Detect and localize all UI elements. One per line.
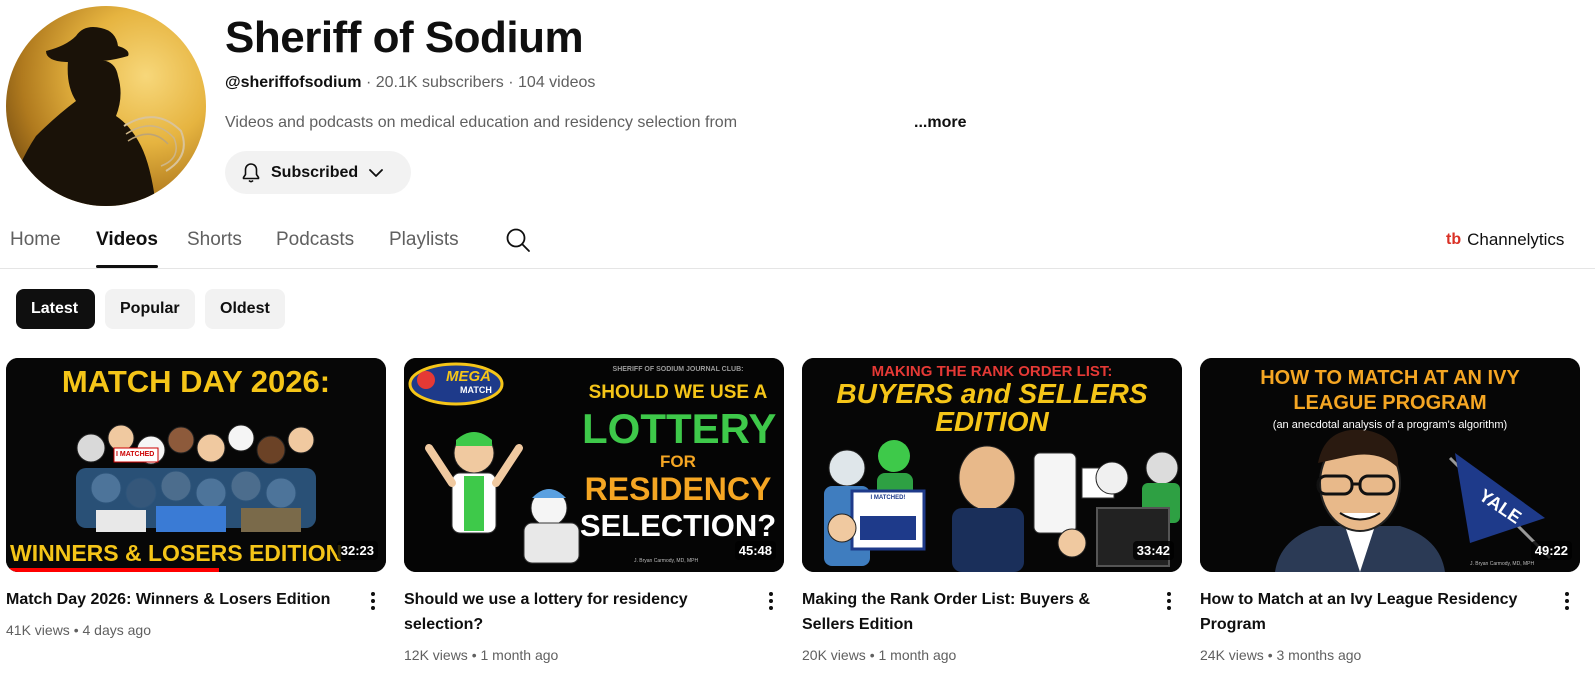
video-title[interactable]: Making the Rank Order List: Buyers & Sel… xyxy=(802,587,1144,637)
thumbnail-sign-text: I MATCHED! xyxy=(870,495,906,501)
subscribed-button[interactable]: Subscribed xyxy=(225,151,411,194)
meta-separator: · xyxy=(365,74,372,91)
search-icon xyxy=(506,228,530,252)
thumbnail-author: J. Bryan Carmody, MD, MPH xyxy=(634,558,699,564)
video-count: 104 videos xyxy=(518,74,596,91)
video-menu-kebab-icon[interactable] xyxy=(1562,590,1572,612)
thumbnail-subheadline: EDITION xyxy=(935,406,1049,437)
view-count: 12K views xyxy=(404,647,468,663)
video-metadata: 20K views • 1 month ago xyxy=(802,647,957,663)
youtube-channel-page: Sheriff of Sodium @sheriffofsodium · 20.… xyxy=(0,0,1595,674)
video-card: HOW TO MATCH AT AN IVY LEAGUE PROGRAM (a… xyxy=(1200,358,1580,663)
thumbnail-subheadline: LEAGUE PROGRAM xyxy=(1293,392,1487,414)
tab-home[interactable]: Home xyxy=(10,218,61,268)
view-count: 41K views xyxy=(6,622,70,638)
chip-popular[interactable]: Popular xyxy=(105,289,195,329)
view-count: 20K views xyxy=(802,647,866,663)
video-thumbnail[interactable]: MATCH DAY 2026: I MATCHED WINNERS & LOSE… xyxy=(6,358,386,572)
thumbnail-kicker: SHERIFF OF SODIUM JOURNAL CLUB: xyxy=(612,366,744,373)
thumbnail-subheadline: WINNERS & LOSERS EDITION xyxy=(10,540,343,566)
channel-description[interactable]: Videos and podcasts on medical education… xyxy=(225,112,737,134)
channel-search-button[interactable] xyxy=(504,226,532,259)
chip-oldest[interactable]: Oldest xyxy=(205,289,285,329)
upload-age: 1 month ago xyxy=(878,647,957,663)
video-duration: 33:42 xyxy=(1132,541,1174,560)
thumbnail-headline: HOW TO MATCH AT AN IVY xyxy=(1260,367,1520,389)
thumbnail-line-4: RESIDENCY xyxy=(584,471,772,507)
video-thumbnail[interactable]: MEGA MATCH SHERIFF OF SODIUM JOURNAL CLU… xyxy=(404,358,784,572)
chevron-down-icon xyxy=(369,168,384,177)
video-thumbnail[interactable]: MAKING THE RANK ORDER LIST: BUYERS and S… xyxy=(802,358,1182,572)
upload-age: 3 months ago xyxy=(1276,647,1362,663)
description-more-link[interactable]: ...more xyxy=(914,112,966,134)
video-menu-kebab-icon[interactable] xyxy=(368,590,378,612)
tab-playlists[interactable]: Playlists xyxy=(389,218,459,268)
upload-age: 1 month ago xyxy=(480,647,559,663)
video-metadata: 24K views • 3 months ago xyxy=(1200,647,1362,663)
tubebuddy-logo-icon: tb xyxy=(1446,231,1462,248)
tab-videos[interactable]: Videos xyxy=(96,218,158,268)
video-title[interactable]: How to Match at an Ivy League Residency … xyxy=(1200,587,1542,637)
channel-title: Sheriff of Sodium xyxy=(225,13,584,62)
thumbnail-line-5: SELECTION? xyxy=(579,508,777,543)
thumbnail-line-1: SHOULD WE USE A xyxy=(588,382,768,403)
video-metadata: 41K views • 4 days ago xyxy=(6,622,152,638)
video-duration: 45:48 xyxy=(734,541,776,560)
meta-separator: · xyxy=(508,74,514,91)
thumbnail-sign-text: I MATCHED xyxy=(116,451,155,458)
video-card: MEGA MATCH SHERIFF OF SODIUM JOURNAL CLU… xyxy=(404,358,784,663)
channel-handle[interactable]: @sheriffofsodium xyxy=(225,74,362,91)
thumbnail-headline: BUYERS and SELLERS xyxy=(836,378,1148,409)
thumbnail-match-text: MATCH xyxy=(460,385,492,395)
thumbnail-headline: MATCH DAY 2026: xyxy=(61,364,331,399)
video-thumbnail[interactable]: HOW TO MATCH AT AN IVY LEAGUE PROGRAM (a… xyxy=(1200,358,1580,572)
video-metadata: 12K views • 1 month ago xyxy=(404,647,559,663)
channel-tabs: Home Videos Shorts Podcasts Playlists tb… xyxy=(0,218,1595,269)
view-count: 24K views xyxy=(1200,647,1264,663)
subscriber-count: 20.1K subscribers xyxy=(375,74,504,91)
thumbnail-author: J. Bryan Carmody, MD, MPH xyxy=(1470,561,1535,567)
video-title[interactable]: Should we use a lottery for residency se… xyxy=(404,587,746,637)
bell-icon xyxy=(242,162,260,182)
thumbnail-mega-text: MEGA xyxy=(446,368,491,385)
thumbnail-line-3: FOR xyxy=(660,452,696,471)
tab-shorts[interactable]: Shorts xyxy=(187,218,242,268)
watch-progress-bar xyxy=(6,568,219,572)
channelytics-extension-button[interactable]: tb Channelytics xyxy=(1446,230,1564,250)
video-menu-kebab-icon[interactable] xyxy=(1164,590,1174,612)
chip-latest[interactable]: Latest xyxy=(16,289,95,329)
channelytics-label: Channelytics xyxy=(1467,230,1565,249)
video-duration: 32:23 xyxy=(336,541,378,560)
thumbnail-caption: (an anecdotal analysis of a program's al… xyxy=(1272,419,1508,431)
video-card: MAKING THE RANK ORDER LIST: BUYERS and S… xyxy=(802,358,1182,663)
channel-avatar[interactable] xyxy=(6,6,206,206)
thumbnail-line-2: LOTTERY xyxy=(582,405,777,452)
video-card: MATCH DAY 2026: I MATCHED WINNERS & LOSE… xyxy=(6,358,386,638)
subscribed-label: Subscribed xyxy=(271,163,359,181)
video-menu-kebab-icon[interactable] xyxy=(766,590,776,612)
upload-age: 4 days ago xyxy=(82,622,152,638)
channel-meta: @sheriffofsodium · 20.1K subscribers · 1… xyxy=(225,72,595,94)
video-title[interactable]: Match Day 2026: Winners & Losers Edition xyxy=(6,587,348,612)
ivy-league-illustration xyxy=(1200,358,1580,572)
tab-podcasts[interactable]: Podcasts xyxy=(276,218,354,268)
video-duration: 49:22 xyxy=(1530,541,1572,560)
cowboy-silhouette-icon xyxy=(6,27,185,206)
thumbnail-kicker: MAKING THE RANK ORDER LIST: xyxy=(871,363,1113,380)
